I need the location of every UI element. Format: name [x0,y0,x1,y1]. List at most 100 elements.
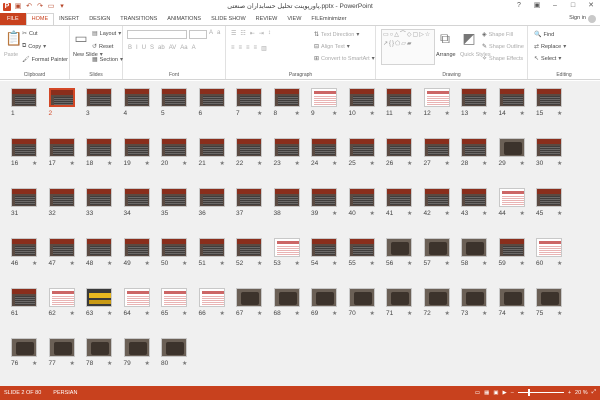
tab-design[interactable]: DESIGN [84,13,115,25]
animation-star-icon[interactable]: ★ [145,160,150,167]
slide-preview[interactable] [311,238,337,257]
slide-thumbnail[interactable]: 4 [123,88,150,117]
animation-star-icon[interactable]: ★ [557,210,562,217]
slide-thumbnail[interactable]: 39 ★ [311,188,337,217]
slide-preview[interactable] [423,138,450,157]
copy-button[interactable]: ⧉ Copy ▾ [22,43,46,50]
slide-preview[interactable] [48,88,75,107]
slide-preview[interactable] [498,138,525,157]
slide-preview[interactable] [236,138,262,157]
slide-preview[interactable] [311,188,337,207]
slide-thumbnail[interactable]: 48 ★ [86,238,112,267]
slide-thumbnail[interactable]: 75 ★ [536,288,562,317]
slide-thumbnail[interactable]: 79 ★ [123,338,150,367]
slide-thumbnail[interactable]: 69 ★ [311,288,337,317]
powerpoint-app-icon[interactable]: P [3,2,11,11]
animation-star-icon[interactable]: ★ [445,260,450,267]
animation-star-icon[interactable]: ★ [482,210,487,217]
slide-thumbnail[interactable]: 26 ★ [386,138,412,167]
slide-thumbnail[interactable]: 67 ★ [236,288,262,317]
slide-preview[interactable] [386,238,412,257]
slide-thumbnail[interactable]: 33 [86,188,112,217]
tab-fileminimizer[interactable]: FILEminimizer [306,13,351,25]
slide-preview[interactable] [198,88,225,107]
shape-fill-button[interactable]: ◈ Shape Fill [482,31,513,39]
slide-thumbnail[interactable]: 11 ★ [386,88,412,117]
slide-thumbnail[interactable]: 63 ★ [86,288,112,317]
replace-button[interactable]: ⇄ Replace ▾ [534,43,566,51]
slide-thumbnail[interactable]: 5 [161,88,187,117]
slide-thumbnail[interactable]: 55 ★ [348,238,375,267]
animation-star-icon[interactable]: ★ [557,110,562,117]
slide-preview[interactable] [236,88,262,107]
slide-thumbnail[interactable]: 50 ★ [161,238,187,267]
animation-star-icon[interactable]: ★ [332,210,337,217]
save-icon[interactable]: ▣ [14,3,22,11]
slide-thumbnail[interactable]: 17 ★ [48,138,75,167]
slide-thumbnail[interactable]: 72 ★ [423,288,450,317]
tab-review[interactable]: REVIEW [251,13,283,25]
decrease-font-icon[interactable]: a [217,30,220,36]
arrange-icon[interactable]: ⧉ [438,30,452,47]
slide-preview[interactable] [536,88,562,107]
slide-preview[interactable] [423,288,450,307]
slide-preview[interactable] [11,138,37,157]
slide-thumbnail[interactable]: 66 ★ [198,288,225,317]
animation-star-icon[interactable]: ★ [257,260,262,267]
slide-preview[interactable] [311,88,337,107]
animation-star-icon[interactable]: ★ [332,160,337,167]
slide-preview[interactable] [423,238,450,257]
animation-star-icon[interactable]: ★ [220,310,225,317]
slide-thumbnail[interactable]: 80 ★ [161,338,187,367]
slide-thumbnail[interactable]: 47 ★ [48,238,75,267]
zoom-in-icon[interactable]: + [568,390,571,396]
slide-thumbnail[interactable]: 32 [48,188,75,217]
slide-preview[interactable] [48,338,75,357]
slide-preview[interactable] [161,188,187,207]
slide-preview[interactable] [273,238,300,257]
slide-thumbnail[interactable]: 74 ★ [498,288,525,317]
slide-preview[interactable] [123,188,150,207]
shapes-gallery[interactable]: ▭○△⌒◇▢▷☆↗{}⬠▱▰ [381,29,435,65]
shadow-icon[interactable]: S [150,45,154,51]
slide-thumbnail[interactable]: 78 ★ [86,338,112,367]
animation-star-icon[interactable]: ★ [407,310,412,317]
animation-star-icon[interactable]: ★ [32,160,37,167]
slide-thumbnail[interactable]: 40 ★ [348,188,375,217]
animation-star-icon[interactable]: ★ [257,310,262,317]
slide-thumbnail[interactable]: 77 ★ [48,338,75,367]
animation-star-icon[interactable]: ★ [557,160,562,167]
tab-transitions[interactable]: TRANSITIONS [115,13,162,25]
animation-star-icon[interactable]: ★ [107,160,112,167]
slideshow-view-icon[interactable]: ▶ [503,390,507,396]
slide-preview[interactable] [86,88,112,107]
animation-star-icon[interactable]: ★ [557,260,562,267]
slide-preview[interactable] [386,88,412,107]
slide-thumbnail[interactable]: 53 ★ [273,238,300,267]
slide-thumbnail[interactable]: 34 [123,188,150,217]
italic-icon[interactable]: I [136,45,138,51]
animation-star-icon[interactable]: ★ [182,310,187,317]
reset-button[interactable]: ↺ Reset [92,43,113,51]
language-status[interactable]: PERSIAN [53,390,77,396]
slide-thumbnail[interactable]: 35 [161,188,187,217]
slide-thumbnail[interactable]: 56 ★ [386,238,412,267]
new-slide-icon[interactable]: ▭ [74,30,88,47]
slide-preview[interactable] [86,138,112,157]
slide-preview[interactable] [386,288,412,307]
animation-star-icon[interactable]: ★ [32,360,37,367]
slide-thumbnail[interactable]: 30 ★ [536,138,562,167]
slide-preview[interactable] [348,188,375,207]
layout-button[interactable]: ▤ Layout ▾ [92,30,121,38]
slide-thumbnail[interactable]: 46 ★ [11,238,37,267]
slide-preview[interactable] [536,238,562,257]
increase-indent-icon[interactable]: ⇥ [259,30,264,37]
numbering-icon[interactable]: ☷ [240,30,245,37]
slide-thumbnail[interactable]: 41 ★ [386,188,412,217]
slide-preview[interactable] [386,138,412,157]
text-direction-button[interactable]: ⇅ Text Direction ▾ [314,31,359,39]
slide-preview[interactable] [11,288,37,307]
underline-icon[interactable]: U [142,45,146,51]
slide-thumbnail[interactable]: 12 ★ [423,88,450,117]
slide-thumbnail[interactable]: 68 ★ [273,288,300,317]
